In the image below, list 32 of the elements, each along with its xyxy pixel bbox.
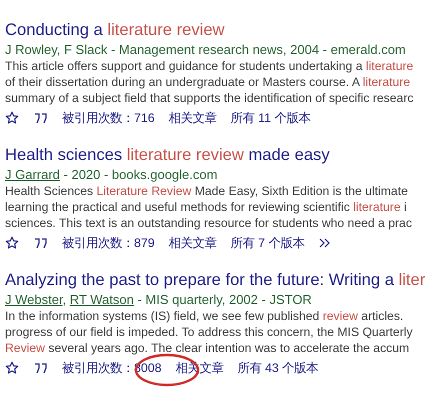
cited-by-link[interactable]: 被引用次数：716 bbox=[62, 110, 155, 126]
snippet-line: This article offers support and guidance for students undertaking a literature bbox=[5, 58, 414, 74]
all-versions-link[interactable]: 所有 7 个版本 bbox=[230, 234, 304, 252]
all-versions-link[interactable]: 所有 43 个版本 bbox=[238, 360, 318, 376]
author-line: J Rowley, F Slack - Management research news, 2004 - emerald.com bbox=[5, 41, 406, 58]
quote-icon[interactable] bbox=[33, 362, 48, 374]
star-icon[interactable] bbox=[5, 111, 19, 125]
snippet-line: sciences. This text is an outstanding resource for students who need a prac bbox=[5, 215, 412, 231]
snippet-line: progress of our field is impeded. To address this concern, the MIS Quarterly bbox=[5, 324, 413, 340]
related-articles-link[interactable]: 相关文章 bbox=[168, 234, 217, 252]
snippet-line: learning the practical and useful methods for reviewing scientific literature i bbox=[5, 199, 407, 215]
author-link[interactable]: J Webster bbox=[5, 292, 63, 307]
snippet-line: summary of a subject field that supports the identification of specific researc bbox=[5, 90, 414, 106]
author-link[interactable]: RT Watson bbox=[70, 292, 134, 307]
author-link[interactable]: J Garrard bbox=[5, 167, 60, 182]
author-line: J Webster, RT Watson - MIS quarterly, 2002 - JSTOR bbox=[5, 291, 312, 308]
related-articles-link[interactable]: 相关文章 bbox=[168, 110, 217, 126]
quote-icon[interactable] bbox=[33, 112, 48, 124]
result-title[interactable]: Health sciences literature review made easy bbox=[5, 144, 330, 166]
all-versions-link[interactable]: 所有 11 个版本 bbox=[230, 110, 310, 126]
author-line: J Garrard - 2020 - books.google.com bbox=[5, 166, 218, 183]
result-title[interactable]: Conducting a literature review bbox=[5, 19, 225, 41]
result-title[interactable]: Analyzing the past to prepare for the future: Writing a liter bbox=[5, 269, 426, 291]
quote-icon[interactable] bbox=[33, 237, 48, 249]
snippet-line: Health Sciences Literature Review Made Easy, Sixth Edition is the ultimate bbox=[5, 183, 408, 199]
cited-by-link[interactable]: 被引用次数：879 bbox=[62, 234, 155, 252]
star-icon[interactable] bbox=[5, 361, 19, 375]
snippet-line: of their dissertation during an undergraduate or Masters course. A literature bbox=[5, 74, 410, 90]
snippet-line: In the information systems (IS) field, we see few published review articles. bbox=[5, 308, 404, 324]
star-icon[interactable] bbox=[5, 236, 19, 250]
snippet-line: Review several years ago. The clear intention was to accelerate the accum bbox=[5, 340, 410, 356]
double-chevron-icon[interactable] bbox=[318, 238, 332, 248]
